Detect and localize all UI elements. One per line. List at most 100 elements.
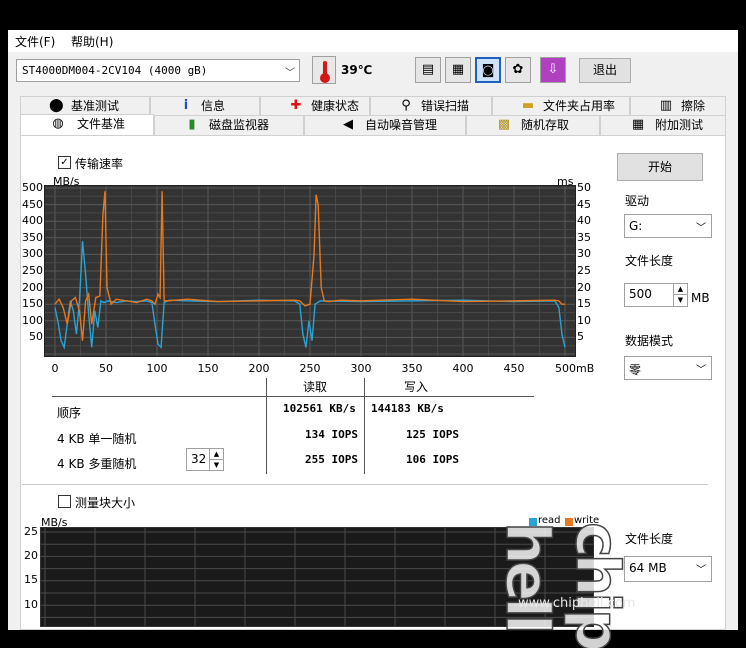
gear-icon[interactable]: ✿ bbox=[505, 57, 531, 83]
chart2-y-tick-25: 25 bbox=[24, 525, 38, 538]
tab-random-access[interactable]: ▩ 随机存取 bbox=[466, 115, 600, 135]
y-tick-label-left: 200 bbox=[22, 280, 43, 294]
toolbar: ST4000DM004-2CV104 (4000 gB) ﹀ 39℃ ▤ ▦ ◙… bbox=[8, 52, 738, 90]
x-tick-label: 300 bbox=[350, 362, 372, 375]
x-tick-label: 350 bbox=[401, 362, 423, 375]
menu-bar: 文件(F) 帮助(H) bbox=[8, 30, 738, 52]
y-tick-label-left: 400 bbox=[22, 214, 43, 228]
row-label-4kb-multi: 4 KB 多重随机 bbox=[57, 457, 137, 471]
watermark-text: www.chiphell.com bbox=[518, 596, 636, 611]
copy-text-icon[interactable]: ▤ bbox=[415, 57, 441, 83]
tab-row-top: ⬤ 基准测试 i 信息 ✚ 健康状态 ⚲ 错误扫描 ▬ 文件夹占用率 ▥ 擦除 bbox=[20, 96, 726, 116]
transfer-rate-checkbox[interactable]: ✓ bbox=[58, 156, 71, 169]
y-tick-label-right: 50 bbox=[577, 181, 591, 194]
tab-health[interactable]: ✚ 健康状态 bbox=[260, 96, 370, 116]
thermometer-icon bbox=[312, 56, 336, 84]
x-tick-label: 0 bbox=[51, 362, 59, 375]
y-tick-label-left: 100 bbox=[22, 313, 43, 327]
tab-row-bottom: ◍ 文件基准 ▮ 磁盘监视器 ◀ 自动噪音管理 ▩ 随机存取 ▦ 附加测试 bbox=[20, 114, 726, 136]
y-tick-label-right: 30 bbox=[577, 247, 591, 261]
results-divider-2 bbox=[364, 378, 365, 474]
copy-info-icon[interactable]: ▦ bbox=[445, 57, 471, 83]
y-tick-label-left: 50 bbox=[29, 330, 43, 344]
write-header: 写入 bbox=[404, 380, 429, 394]
queue-depth-stepper[interactable]: 32 ▲ ▼ bbox=[186, 448, 224, 471]
write-sequential-value: 144183 KB/s bbox=[371, 402, 444, 415]
x-tick-label: 100 bbox=[146, 362, 168, 375]
tab-noise-management[interactable]: ◀ 自动噪音管理 bbox=[304, 115, 466, 135]
chart2-y-tick-10: 10 bbox=[24, 598, 38, 611]
y-tick-label-right: 5 bbox=[577, 330, 584, 344]
tab-extra-tests[interactable]: ▦ 附加测试 bbox=[600, 115, 726, 135]
y-tick-label-right: 35 bbox=[577, 230, 591, 244]
start-button[interactable]: 开始 bbox=[617, 153, 703, 181]
chevron-down-icon: ﹀ bbox=[696, 223, 706, 234]
transfer-rate-chart bbox=[44, 185, 576, 357]
chevron-up-icon[interactable]: ▲ bbox=[673, 284, 687, 295]
tab-erase[interactable]: ▥ 擦除 bbox=[630, 96, 726, 116]
y-tick-label-left: 500 bbox=[22, 181, 43, 194]
results-divider-1 bbox=[266, 378, 267, 474]
download-arrow-icon[interactable]: ⇩ bbox=[540, 57, 566, 83]
row-label-4kb-single: 4 KB 单一随机 bbox=[57, 432, 137, 446]
data-mode-select[interactable]: 零 ﹀ bbox=[624, 356, 712, 380]
drive-select-dropdown[interactable]: G: ﹀ bbox=[624, 214, 712, 238]
block-size-checkbox[interactable] bbox=[58, 495, 71, 508]
y-tick-label-left: 350 bbox=[22, 230, 43, 244]
file-benchmark-icon: ◍ bbox=[52, 116, 64, 131]
speaker-icon: ◀ bbox=[343, 117, 353, 132]
row-label-sequential: 顺序 bbox=[57, 406, 82, 420]
temperature-readout: 39℃ bbox=[341, 63, 373, 77]
y-tick-label-right: 10 bbox=[577, 313, 591, 327]
file-length-label: 文件长度 bbox=[625, 254, 674, 268]
tab-benchmark[interactable]: ⬤ 基准测试 bbox=[20, 96, 150, 116]
read-4kb-multi-value: 255 IOPS bbox=[305, 453, 358, 466]
y-tick-label-right: 20 bbox=[577, 280, 591, 294]
tab-error-scan[interactable]: ⚲ 错误扫描 bbox=[370, 96, 492, 116]
chevron-down-icon: ﹀ bbox=[696, 565, 706, 576]
write-4kb-single-value: 125 IOPS bbox=[406, 428, 459, 441]
folder-icon: ▬ bbox=[521, 98, 535, 113]
data-mode-label: 数据模式 bbox=[625, 334, 674, 348]
tab-file-benchmark[interactable]: ◍ 文件基准 bbox=[20, 114, 154, 136]
chevron-up-icon[interactable]: ▲ bbox=[209, 449, 223, 460]
results-header-line bbox=[52, 396, 534, 397]
random-access-icon: ▩ bbox=[497, 117, 511, 132]
tab-folder-usage[interactable]: ▬ 文件夹占用率 bbox=[492, 96, 630, 116]
transfer-rate-plot bbox=[45, 186, 575, 356]
file-length-unit: MB bbox=[691, 291, 710, 305]
chevron-down-icon[interactable]: ▼ bbox=[673, 295, 687, 306]
chevron-down-icon[interactable]: ▼ bbox=[209, 459, 223, 470]
chart2-y-tick-20: 20 bbox=[24, 549, 38, 562]
section-divider bbox=[22, 484, 708, 485]
menu-file[interactable]: 文件(F) bbox=[15, 33, 55, 50]
x-tick-label: 200 bbox=[248, 362, 270, 375]
y-tick-label-left: 250 bbox=[22, 264, 43, 277]
tab-info[interactable]: i 信息 bbox=[150, 96, 260, 116]
y-tick-label-right: 45 bbox=[577, 197, 591, 211]
menu-help[interactable]: 帮助(H) bbox=[71, 33, 113, 50]
file-length-stepper[interactable]: 500 ▲ ▼ bbox=[624, 283, 688, 307]
file-length2-label: 文件长度 bbox=[625, 532, 674, 546]
disk-monitor-icon: ▮ bbox=[188, 117, 196, 132]
x-tick-label: 150 bbox=[197, 362, 219, 375]
x-tick-label: 450 bbox=[503, 362, 525, 375]
x-tick-label: 400 bbox=[452, 362, 474, 375]
block-size-label: 测量块大小 bbox=[75, 496, 136, 510]
x-tick-label: 500mB bbox=[555, 362, 595, 375]
exit-button[interactable]: 退出 bbox=[579, 58, 631, 83]
read-sequential-value: 102561 KB/s bbox=[283, 402, 356, 415]
file-length2-select[interactable]: 64 MB ﹀ bbox=[624, 556, 712, 582]
info-icon: i bbox=[183, 98, 189, 113]
drive-select[interactable]: ST4000DM004-2CV104 (4000 gB) ﹀ bbox=[16, 59, 300, 82]
y-tick-label-right: 25 bbox=[577, 264, 591, 277]
y-tick-label-left: 300 bbox=[22, 247, 43, 261]
camera-icon[interactable]: ◙ bbox=[475, 57, 501, 83]
write-4kb-multi-value: 106 IOPS bbox=[406, 453, 459, 466]
x-tick-label: 50 bbox=[99, 362, 113, 375]
y-tick-label-right: 40 bbox=[577, 214, 591, 228]
x-tick-label: 250 bbox=[299, 362, 321, 375]
tab-disk-monitor[interactable]: ▮ 磁盘监视器 bbox=[154, 115, 304, 135]
y-tick-label-right: 15 bbox=[577, 297, 591, 311]
chevron-down-icon: ﹀ bbox=[285, 68, 295, 79]
